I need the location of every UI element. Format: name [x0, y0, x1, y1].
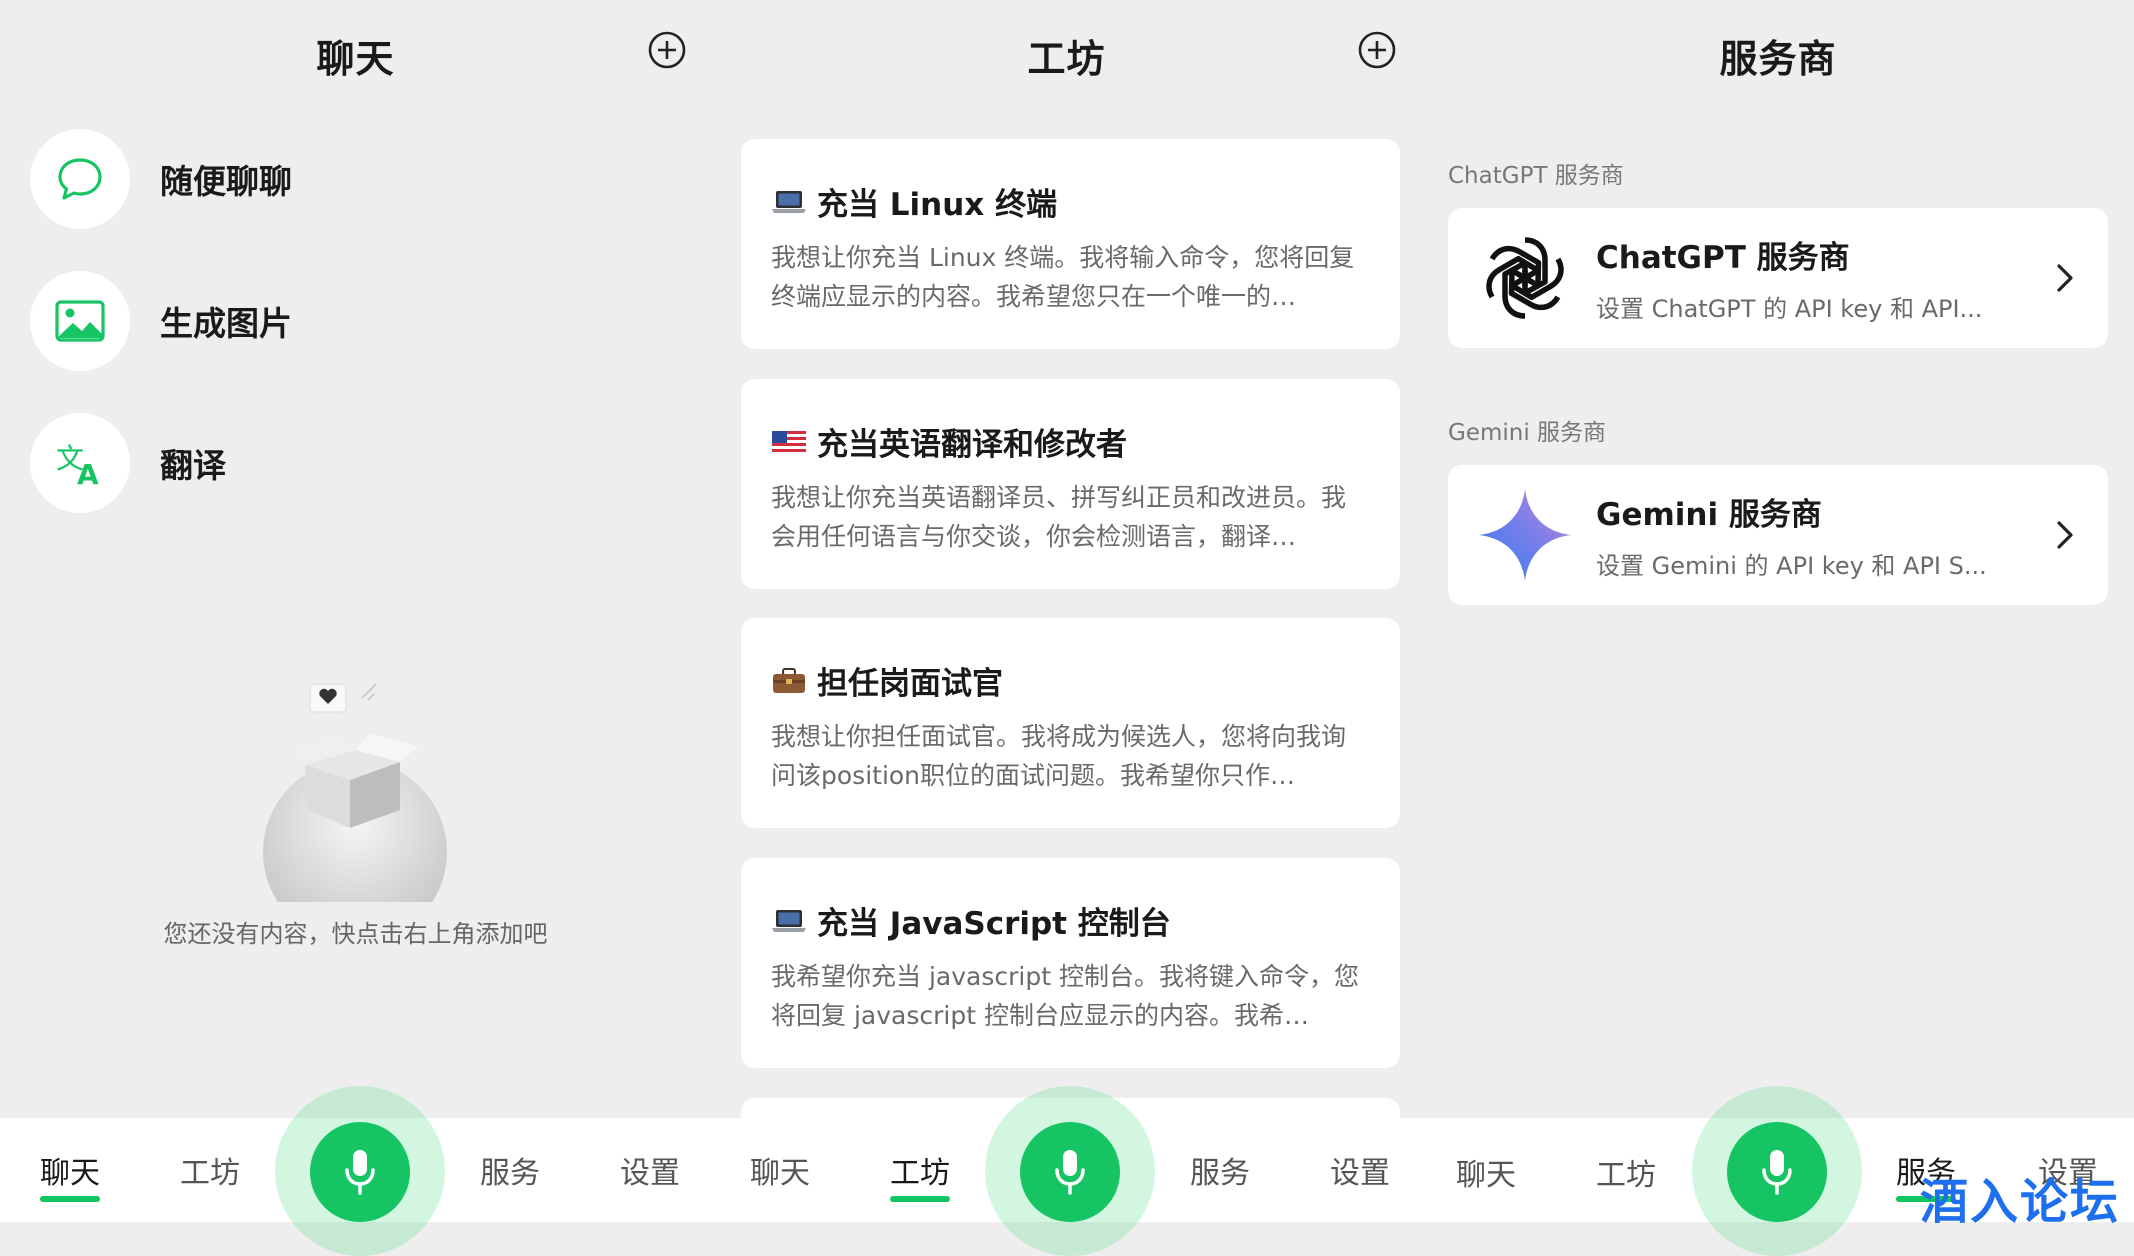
workshop-card-javascript[interactable]: 充当 JavaScript 控制台 我希望你充当 javascript 控制台。… — [741, 858, 1400, 1068]
card-title: 充当英语翻译和修改者 — [817, 427, 1127, 463]
card-description: 我想让你充当 Linux 终端。我将输入命令，您将回复终端应显示的内容。我希望您… — [771, 243, 1355, 311]
provider-name: ChatGPT 服务商 — [1596, 240, 1850, 276]
mic-button-1[interactable] — [310, 1122, 410, 1222]
add-workshop-button[interactable] — [1357, 30, 1397, 70]
nav-active-indicator — [40, 1196, 100, 1202]
card-title-row: 充当英语翻译和修改者 — [771, 419, 1370, 464]
speech-bubble-icon — [30, 129, 130, 229]
chat-item-casual[interactable]: 随便聊聊 — [30, 129, 292, 229]
chevron-right-icon — [2057, 264, 2073, 292]
provider-description: 设置 Gemini 的 API key 和 API S... — [1596, 552, 1987, 580]
workshop-card-english[interactable]: 充当英语翻译和修改者 我想让你充当英语翻译员、拼写纠正员和改进员。我会用任何语言… — [741, 379, 1400, 589]
chevron-right-icon — [2057, 521, 2073, 549]
empty-box-illustration — [250, 683, 470, 910]
microphone-icon — [1762, 1150, 1792, 1195]
us-flag-icon — [772, 430, 806, 453]
briefcase-icon — [773, 667, 805, 693]
empty-state-text: 您还没有内容，快点击右上角添加吧 — [163, 920, 548, 948]
section-label-chatgpt: ChatGPT 服务商 — [1448, 163, 1624, 189]
provider-description: 设置 ChatGPT 的 API key 和 API... — [1596, 295, 1983, 323]
provider-card-chatgpt[interactable]: ChatGPT 服务商 设置 ChatGPT 的 API key 和 API..… — [1448, 208, 2108, 348]
provider-card-gemini[interactable]: Gemini 服务商 设置 Gemini 的 API key 和 API S..… — [1448, 465, 2108, 605]
laptop-icon — [772, 909, 806, 932]
image-icon — [30, 271, 130, 371]
microphone-icon — [345, 1150, 375, 1195]
add-chat-button[interactable] — [647, 30, 687, 70]
workshop-panel-title: 工坊 — [1027, 37, 1106, 81]
card-title: 充当 JavaScript 控制台 — [817, 906, 1171, 942]
nav-chat-2[interactable]: 聊天 — [730, 1148, 830, 1192]
nav-chat-3[interactable]: 聊天 — [1436, 1150, 1536, 1194]
chat-item-image[interactable]: 生成图片 — [30, 271, 292, 371]
nav-workshop-1[interactable]: 工坊 — [160, 1148, 260, 1192]
nav-active-indicator — [890, 1196, 950, 1202]
card-title-row: 充当 Linux 终端 — [771, 179, 1370, 224]
openai-logo-icon — [1470, 223, 1580, 333]
mic-button-3[interactable] — [1727, 1122, 1827, 1222]
provider-text: ChatGPT 服务商 设置 ChatGPT 的 API key 和 API..… — [1596, 232, 2050, 324]
card-description: 我希望你充当 javascript 控制台。我将键入命令，您将回复 javasc… — [771, 962, 1359, 1030]
chat-item-label: 随便聊聊 — [160, 162, 292, 201]
card-description: 我想让你担任面试官。我将成为候选人，您将向我询问该position职位的面试问题… — [771, 722, 1347, 790]
section-label-gemini: Gemini 服务商 — [1448, 420, 1607, 446]
laptop-icon — [772, 190, 806, 213]
card-title-row: 担任岗面试官 — [771, 658, 1370, 703]
nav-chat-1[interactable]: 聊天 — [20, 1148, 120, 1192]
card-title: 担任岗面试官 — [817, 666, 1003, 702]
chat-item-label: 生成图片 — [160, 304, 292, 343]
nav-settings-2[interactable]: 设置 — [1310, 1148, 1410, 1192]
chat-panel: 聊天 随便聊聊 生成图片 文 A 翻译 您还没有内容，快点击右上角添加吧 — [0, 0, 711, 1222]
chat-item-translate[interactable]: 文 A 翻译 — [30, 413, 226, 513]
provider-text: Gemini 服务商 设置 Gemini 的 API key 和 API S..… — [1596, 489, 2050, 581]
nav-service-2[interactable]: 服务 — [1170, 1148, 1270, 1192]
svg-text:A: A — [77, 458, 99, 488]
providers-panel-title: 服务商 — [1719, 37, 1837, 81]
provider-name: Gemini 服务商 — [1596, 497, 1822, 533]
workshop-card-interviewer[interactable]: 担任岗面试官 我想让你担任面试官。我将成为候选人，您将向我询问该position… — [741, 618, 1400, 828]
workshop-card-linux[interactable]: 充当 Linux 终端 我想让你充当 Linux 终端。我将输入命令，您将回复终… — [741, 139, 1400, 349]
workshop-panel: 工坊 充当 Linux 终端 我想让你充当 Linux 终端。我将输入命令，您将… — [711, 0, 1422, 1222]
card-title-row: 充当 JavaScript 控制台 — [771, 898, 1370, 943]
mic-button-2[interactable] — [1020, 1122, 1120, 1222]
nav-settings-1[interactable]: 设置 — [600, 1148, 700, 1192]
nav-workshop-3[interactable]: 工坊 — [1576, 1150, 1676, 1194]
nav-service-1[interactable]: 服务 — [460, 1148, 560, 1192]
card-description: 我想让你充当英语翻译员、拼写纠正员和改进员。我会用任何语言与你交谈，你会检测语言… — [771, 483, 1347, 551]
gemini-logo-icon — [1470, 480, 1580, 590]
microphone-icon — [1055, 1150, 1085, 1195]
chat-panel-title: 聊天 — [316, 37, 395, 81]
nav-workshop-2[interactable]: 工坊 — [870, 1148, 970, 1192]
card-title: 充当 Linux 终端 — [817, 187, 1058, 223]
translate-icon: 文 A — [30, 413, 130, 513]
providers-panel: 服务商 ChatGPT 服务商 ChatGPT 服务商 设置 ChatGPT 的… — [1422, 0, 2134, 1222]
chat-item-label: 翻译 — [160, 446, 226, 485]
